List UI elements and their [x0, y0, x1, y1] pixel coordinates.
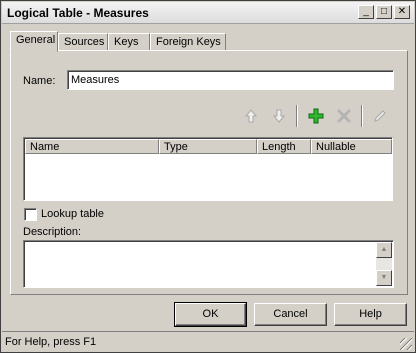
name-label: Name:: [23, 75, 56, 87]
tab-sources[interactable]: Sources: [58, 33, 108, 51]
column-header-nullable[interactable]: Nullable: [311, 139, 392, 154]
edit-button[interactable]: [370, 106, 390, 126]
toolbar-separator-2: [361, 105, 363, 127]
name-input[interactable]: Measures: [67, 70, 394, 90]
description-label: Description:: [23, 226, 82, 238]
window-title: Logical Table - Measures: [7, 6, 149, 20]
tab-general[interactable]: General: [10, 31, 58, 52]
tab-keys[interactable]: Keys: [108, 33, 150, 51]
resize-grip[interactable]: [400, 338, 412, 350]
move-up-button[interactable]: [241, 106, 261, 126]
arrow-down-icon: [272, 109, 286, 123]
columns-table[interactable]: Name Type Length Nullable: [23, 137, 393, 201]
column-header-type[interactable]: Type: [159, 139, 257, 154]
lookup-table-checkbox[interactable]: [24, 208, 37, 221]
add-button[interactable]: [306, 106, 326, 126]
toolbar-separator: [296, 105, 298, 127]
description-scrollbar[interactable]: ▲ ▼: [376, 242, 392, 286]
help-button[interactable]: Help: [334, 303, 407, 326]
add-icon: [308, 108, 324, 124]
arrow-up-icon: [244, 109, 258, 123]
status-bar: For Help, press F1: [2, 331, 414, 352]
tab-foreign-keys[interactable]: Foreign Keys: [150, 33, 226, 51]
title-bar[interactable]: Logical Table - Measures _ □ ✕: [2, 2, 414, 24]
name-input-value: Measures: [71, 74, 120, 86]
lookup-table-label: Lookup table: [41, 208, 104, 220]
column-header-length[interactable]: Length: [257, 139, 311, 154]
scroll-down-button[interactable]: ▼: [376, 270, 392, 286]
minimize-button[interactable]: _: [358, 5, 374, 19]
scroll-up-button[interactable]: ▲: [376, 242, 392, 258]
status-text: For Help, press F1: [5, 336, 97, 348]
delete-icon: [337, 109, 351, 123]
general-tab-panel: Name: Measures Name Type Length Nullable…: [10, 50, 408, 295]
column-header-name[interactable]: Name: [25, 139, 159, 154]
logical-table-dialog: Logical Table - Measures _ □ ✕ General S…: [0, 0, 416, 353]
cancel-button[interactable]: Cancel: [254, 303, 327, 326]
move-down-button[interactable]: [269, 106, 289, 126]
delete-button[interactable]: [334, 106, 354, 126]
edit-icon: [374, 110, 386, 122]
description-textarea[interactable]: ▲ ▼: [23, 240, 394, 288]
close-button[interactable]: ✕: [394, 5, 410, 19]
ok-button[interactable]: OK: [174, 302, 247, 327]
maximize-button[interactable]: □: [376, 5, 392, 19]
